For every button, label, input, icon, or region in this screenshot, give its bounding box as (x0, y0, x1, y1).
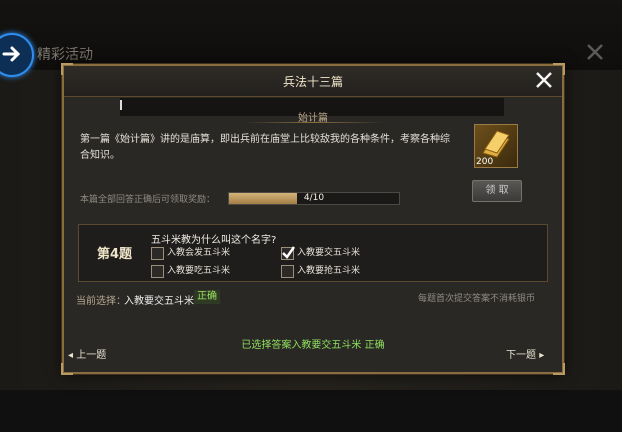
checkbox[interactable] (151, 247, 164, 260)
close-icon (587, 44, 603, 60)
corner-ornament (553, 363, 565, 375)
check-icon (282, 246, 296, 259)
next-label: 下一题 (506, 350, 536, 361)
next-question-button[interactable]: 下一题 ▸ (506, 346, 544, 361)
arrow-left-icon: ◂ (68, 350, 74, 361)
progress-text: 4/10 (303, 193, 325, 203)
option-1[interactable]: 入教会发五斗米 (151, 246, 271, 260)
submit-note: 每题首次提交答案不消耗银币 (418, 294, 536, 304)
background-bottom (0, 390, 622, 432)
arrow-right-icon: ▸ (539, 350, 545, 361)
checkbox[interactable] (281, 265, 294, 278)
question-number: 第4题 (97, 247, 133, 262)
background-top-bar (0, 0, 622, 70)
current-selection-value: 入教要交五斗米 (124, 296, 194, 307)
option-label: 入教要交五斗米 (297, 248, 361, 258)
correct-badge: 正确 (194, 290, 220, 304)
background-title: 精彩活动 (37, 47, 93, 63)
close-icon (536, 72, 552, 88)
chapter-divider (244, 122, 384, 123)
arrow-right-circle-icon (2, 46, 21, 62)
option-4[interactable]: 入教要抢五斗米 (281, 264, 401, 278)
chapter-description: 第一篇《始计篇》讲的是庙算，即出兵前在庙堂上比较敌我的各种条件，考察各种综合知识… (80, 134, 450, 161)
claim-reward-button[interactable]: 领 取 (472, 180, 522, 202)
corner-ornament (61, 363, 73, 375)
checkbox[interactable] (151, 265, 164, 278)
option-label: 入教要吃五斗米 (167, 266, 231, 276)
prev-label: 上一题 (76, 350, 107, 361)
dialog-header: 兵法十三篇 (64, 66, 562, 97)
quiz-dialog: 兵法十三篇 始计篇 第一篇《始计篇》讲的是庙算，即出兵前在庙堂上比较敌我的各种条… (61, 63, 565, 375)
question-panel: 第4题 五斗米教为什么叫这个名字? 入教会发五斗米 入教要交五斗米 入教要吃五斗… (78, 224, 548, 282)
dialog-title: 兵法十三篇 (282, 75, 343, 89)
question-text: 五斗米教为什么叫这个名字? (151, 235, 277, 246)
option-2[interactable]: 入教要交五斗米 (281, 246, 401, 260)
progress-bar: 4/10 (228, 192, 400, 205)
option-3[interactable]: 入教要吃五斗米 (151, 264, 271, 278)
reward-count: 200 (476, 157, 494, 167)
previous-question-button[interactable]: ◂ 上一题 (68, 346, 106, 361)
progress-label: 本篇全部回答正确后可领取奖励： (80, 195, 216, 205)
background-close-button[interactable] (585, 42, 607, 64)
result-text: 已选择答案入教要交五斗米 正确 (241, 340, 385, 351)
current-selection-label: 当前选择： (76, 296, 126, 307)
option-label: 入教会发五斗米 (167, 248, 231, 258)
dialog-close-button[interactable] (534, 70, 554, 90)
checkbox[interactable] (281, 246, 296, 260)
option-label: 入教要抢五斗米 (297, 266, 361, 276)
